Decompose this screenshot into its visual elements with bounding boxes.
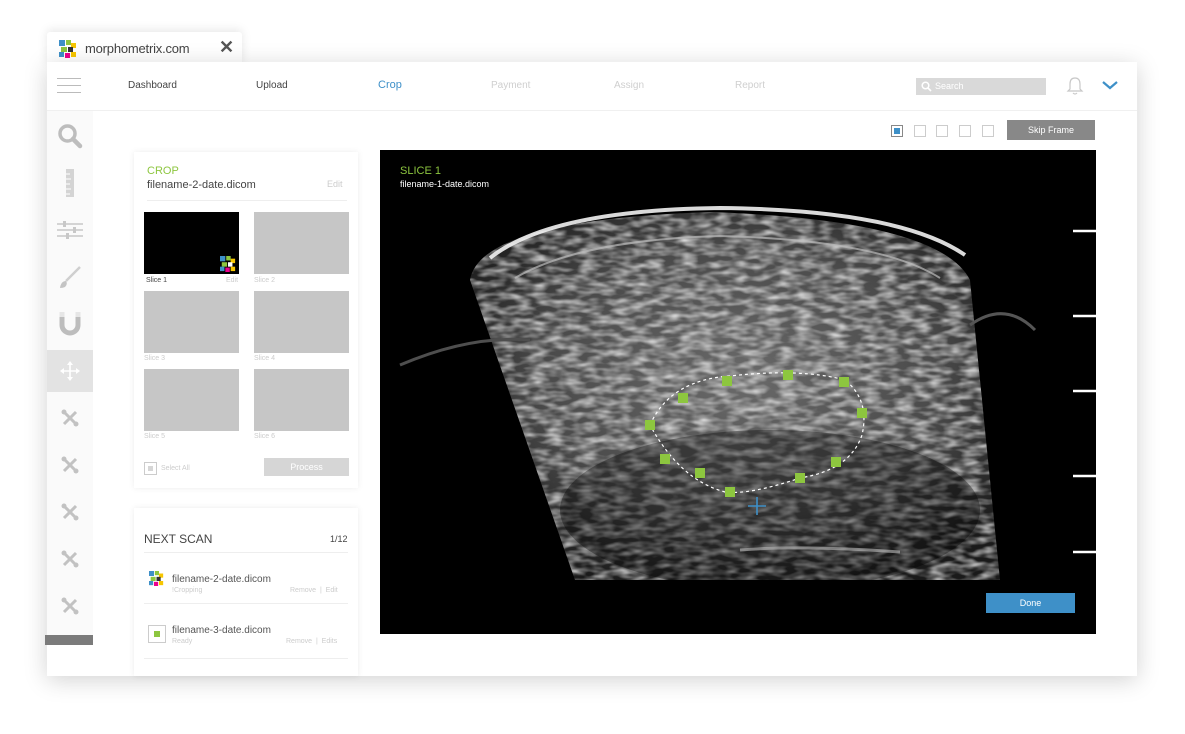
magnet-icon xyxy=(59,312,81,336)
layout-option-1[interactable] xyxy=(891,125,903,137)
ready-dot xyxy=(154,631,160,637)
slice-thumbnail-3[interactable] xyxy=(144,291,239,353)
divider xyxy=(147,200,347,201)
slice-label-4: Slice 4 xyxy=(254,355,276,362)
ruler-icon xyxy=(66,169,74,197)
tools-icon xyxy=(61,597,79,615)
magnet-tool[interactable] xyxy=(47,303,93,345)
move-icon xyxy=(60,361,80,381)
morphometrix-logo-icon xyxy=(59,40,76,58)
app-window: Dashboard Upload Crop Payment Assign Rep… xyxy=(45,62,1137,676)
select-all-label: Select All xyxy=(161,465,190,472)
slice-edit-link[interactable]: Edit xyxy=(226,277,238,284)
viewer-filename: filename-1-date.dicom xyxy=(400,179,490,189)
slice-label-5: Slice 5 xyxy=(144,433,166,440)
move-tool[interactable] xyxy=(47,350,93,392)
tools-icon xyxy=(61,550,79,568)
slice-label-2: Slice 2 xyxy=(254,277,276,284)
slice-label-3: Slice 3 xyxy=(144,355,166,362)
divider xyxy=(144,603,348,604)
file-status: Ready xyxy=(172,638,193,645)
slice-thumbnail-5[interactable] xyxy=(144,369,239,431)
divider xyxy=(144,552,348,553)
ruler-tool[interactable] xyxy=(47,162,93,204)
tab-title: morphometrix.com xyxy=(85,41,190,56)
layout-option-2[interactable] xyxy=(914,125,926,137)
top-navigation: Dashboard Upload Crop Payment Assign Rep… xyxy=(47,62,1137,111)
file-status: !Cropping xyxy=(172,587,203,594)
bell-icon[interactable] xyxy=(1066,76,1084,96)
nav-payment[interactable]: Payment xyxy=(491,80,530,91)
crop-panel: CROP filename-2-date.dicom Edit Slice 1 … xyxy=(134,152,358,488)
tool-slot-5[interactable] xyxy=(47,585,93,627)
crop-edit-link[interactable]: Edit xyxy=(327,179,343,189)
scan-counter: 1/12 xyxy=(330,534,348,544)
next-scan-title: NEXT SCAN xyxy=(144,532,213,546)
layout-option-3[interactable] xyxy=(936,125,948,137)
morphometrix-logo-icon xyxy=(149,571,164,586)
search-icon xyxy=(921,81,932,92)
search-placeholder: Search xyxy=(935,81,964,91)
slice-label-1: Slice 1 xyxy=(146,277,168,284)
adjust-tool[interactable] xyxy=(47,209,93,251)
file-name[interactable]: filename-3-date.dicom xyxy=(172,625,271,636)
slice-label-6: Slice 6 xyxy=(254,433,276,440)
nav-report[interactable]: Report xyxy=(735,80,765,91)
checkbox-mark xyxy=(148,466,153,471)
ultrasound-image xyxy=(380,150,1096,634)
file-actions[interactable]: Remove | Edit xyxy=(290,587,338,594)
layout-option-5[interactable] xyxy=(982,125,994,137)
tool-slot-4[interactable] xyxy=(47,538,93,580)
slice-thumbnail-1[interactable] xyxy=(144,212,239,274)
layout-selected-indicator xyxy=(894,128,900,134)
next-scan-panel: NEXT SCAN 1/12 filename-2-date.dicom !Cr… xyxy=(134,508,358,676)
morphometrix-logo-icon xyxy=(220,256,236,272)
nav-upload[interactable]: Upload xyxy=(256,80,288,91)
slice-thumbnail-4[interactable] xyxy=(254,291,349,353)
slice-thumbnail-6[interactable] xyxy=(254,369,349,431)
tool-slot-3[interactable] xyxy=(47,491,93,533)
zoom-icon xyxy=(58,124,83,149)
crop-filename: filename-2-date.dicom xyxy=(147,179,256,191)
nav-crop[interactable]: Crop xyxy=(378,79,402,91)
menu-icon[interactable] xyxy=(57,78,81,94)
tool-slot-1[interactable] xyxy=(47,397,93,439)
divider xyxy=(144,658,348,659)
tools-icon xyxy=(61,456,79,474)
sliders-icon xyxy=(57,221,83,239)
nav-dashboard[interactable]: Dashboard xyxy=(128,80,177,91)
tool-sidebar xyxy=(47,111,93,645)
layout-option-4[interactable] xyxy=(959,125,971,137)
slice-title: SLICE 1 xyxy=(400,165,441,177)
image-viewer[interactable]: SLICE 1 filename-1-date.dicom Done xyxy=(380,150,1096,634)
close-icon[interactable]: ✕ xyxy=(219,37,234,57)
sidebar-footer-bar xyxy=(45,635,93,645)
select-all-checkbox[interactable] xyxy=(144,462,157,475)
chevron-down-icon[interactable] xyxy=(1102,80,1118,90)
tools-icon xyxy=(61,409,79,427)
brush-tool[interactable] xyxy=(47,256,93,298)
tool-slot-2[interactable] xyxy=(47,444,93,486)
done-button[interactable]: Done xyxy=(986,593,1075,613)
file-name[interactable]: filename-2-date.dicom xyxy=(172,574,271,585)
search-input[interactable]: Search xyxy=(916,78,1046,95)
file-actions[interactable]: Remove | Edits xyxy=(286,638,337,645)
slice-thumbnail-2[interactable] xyxy=(254,212,349,274)
tools-icon xyxy=(61,503,79,521)
zoom-tool[interactable] xyxy=(47,115,93,157)
skip-frame-button[interactable]: Skip Frame xyxy=(1007,120,1095,140)
crop-title: CROP xyxy=(147,165,179,177)
brush-icon xyxy=(60,266,81,288)
ready-icon xyxy=(148,625,166,643)
browser-tab[interactable]: morphometrix.com ✕ xyxy=(47,32,242,65)
nav-assign[interactable]: Assign xyxy=(614,80,644,91)
process-button[interactable]: Process xyxy=(264,458,349,476)
